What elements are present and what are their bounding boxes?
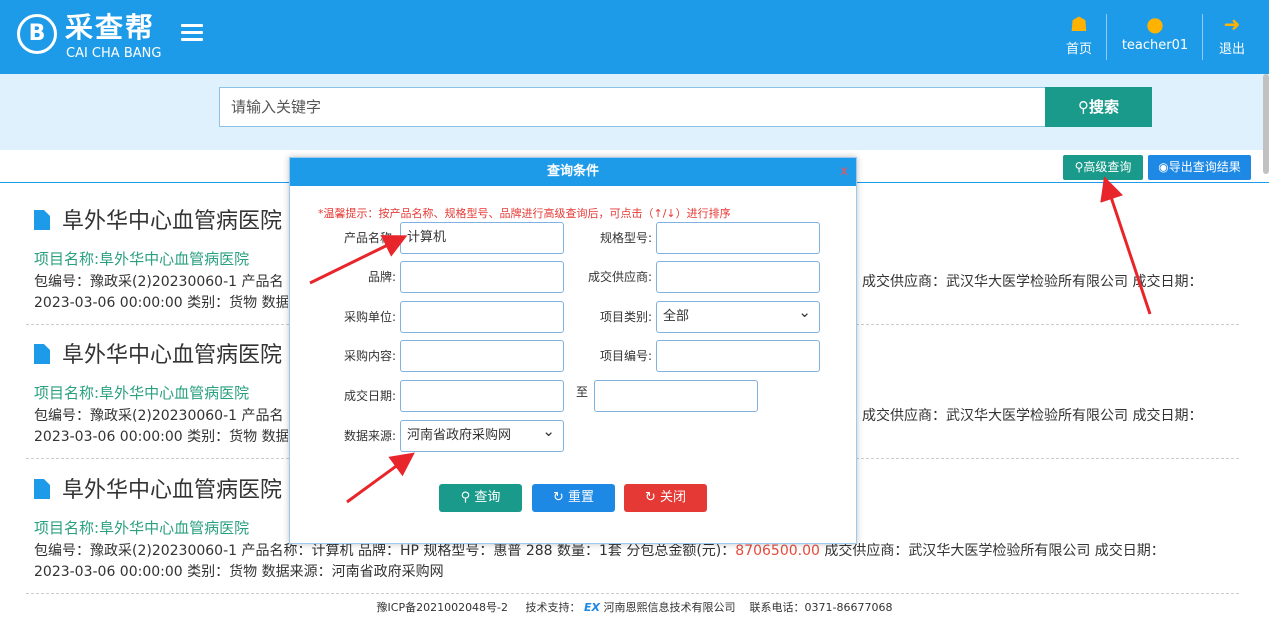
advanced-query-label: 高级查询 xyxy=(1083,160,1132,174)
project-value: 阜外华中心血管病医院 xyxy=(99,384,250,402)
nav-user[interactable]: ● teacher01 xyxy=(1116,10,1194,64)
nav-divider xyxy=(1106,14,1107,60)
project-label: 项目名称: xyxy=(34,384,100,402)
date-to-label: 至 xyxy=(576,385,589,399)
logo-icon: B xyxy=(17,14,57,54)
nav-home-label: 首页 xyxy=(1065,42,1092,57)
reset-button[interactable]: ↻ 重置 xyxy=(532,484,615,512)
result-info-right: 成交供应商：武汉华大医学检验所有限公司 成交日期： xyxy=(862,408,1203,424)
nav-divider xyxy=(1202,14,1203,60)
close-button-label: 关闭 xyxy=(660,490,687,505)
project-no-label: 项目编号: xyxy=(599,349,652,363)
menu-icon[interactable] xyxy=(181,24,203,42)
content-input[interactable] xyxy=(400,340,564,372)
supplier-input[interactable] xyxy=(656,261,820,293)
dialog-tip: *温馨提示：按产品名称、规格型号、品牌进行高级查询后，可点击（↑/↓）进行排序 xyxy=(318,207,731,220)
result-amount: 8706500.00 xyxy=(735,543,820,559)
result-title-text: 阜外华中心血管病医院 xyxy=(62,478,283,503)
advanced-query-button[interactable]: ⚲高级查询 xyxy=(1063,155,1143,180)
footer: 豫ICP备2021002048号-2 技术支持： EX 河南恩熙信息技术有限公司… xyxy=(0,599,1269,615)
export-results-button[interactable]: ◉导出查询结果 xyxy=(1148,155,1251,180)
product-name-input[interactable]: 计算机 xyxy=(400,222,564,254)
scrollbar[interactable] xyxy=(1263,74,1269,174)
search-icon: ⚲ xyxy=(1077,98,1089,116)
content-label: 采购内容: xyxy=(343,349,396,363)
result-info-supplier: 成交供应商：武汉华大医学检验所有限公司 成交日期： xyxy=(819,543,1165,559)
footer-icp[interactable]: 豫ICP备2021002048号-2 xyxy=(377,601,509,614)
brand-label: 品牌: xyxy=(367,270,396,284)
result-info-main: 包编号：豫政采(2)20230060-1 产品名称：计算机 品牌：HP 规格型号… xyxy=(34,543,736,559)
project-value: 阜外华中心血管病医院 xyxy=(99,250,250,268)
footer-company: 河南恩熙信息技术有限公司 xyxy=(603,601,736,614)
project-no-input[interactable] xyxy=(656,340,820,372)
document-icon xyxy=(34,479,50,499)
dialog-close-button[interactable]: x xyxy=(840,158,848,186)
search-button[interactable]: ⚲搜索 xyxy=(1045,87,1152,127)
dialog-header: 查询条件 x xyxy=(290,158,856,186)
logo-text: 采查帮 xyxy=(65,11,156,44)
project-value: 阜外华中心血管病医院 xyxy=(99,519,250,537)
close-button[interactable]: ↻ 关闭 xyxy=(624,484,707,512)
result-info-left: 包编号：豫政采(2)20230060-1 产品名 xyxy=(34,408,284,424)
document-icon xyxy=(34,344,50,364)
result-info-line2: 2023-03-06 00:00:00 类别：货物 数据 xyxy=(34,295,288,311)
query-button-label: 查询 xyxy=(474,490,501,505)
project-type-label: 项目类别: xyxy=(599,310,652,324)
source-select[interactable]: 河南省政府采购网 xyxy=(400,416,564,452)
project-label: 项目名称: xyxy=(34,519,100,537)
footer-support-label: 技术支持： xyxy=(525,601,581,614)
brand-input[interactable] xyxy=(400,261,564,293)
result-title-text: 阜外华中心血管病医院 xyxy=(62,343,283,368)
date-label: 成交日期: xyxy=(343,389,396,403)
home-icon: ☗ xyxy=(1070,12,1088,36)
result-divider xyxy=(26,593,1239,594)
product-name-label: 产品名称: xyxy=(343,231,396,245)
search-band: 请输入关键字 ⚲搜索 xyxy=(0,74,1269,150)
eye-icon: ◉ xyxy=(1158,160,1169,174)
query-button[interactable]: ⚲ 查询 xyxy=(439,484,522,512)
project-type-select[interactable]: 全部 xyxy=(656,297,820,333)
result-info-line2: 2023-03-06 00:00:00 类别：货物 数据 xyxy=(34,429,288,445)
dialog-title: 查询条件 xyxy=(546,164,599,179)
search-icon: ⚲ xyxy=(460,490,471,505)
footer-phone: 联系电话：0371-86677068 xyxy=(749,601,893,614)
source-value: 河南省政府采购网 xyxy=(407,428,512,443)
refresh-icon: ↻ xyxy=(644,490,656,505)
refresh-icon: ↻ xyxy=(552,490,564,505)
spec-model-label: 规格型号: xyxy=(599,231,652,245)
supplier-label: 成交供应商: xyxy=(587,270,652,284)
search-button-label: 搜索 xyxy=(1088,98,1119,116)
company-logo: EX xyxy=(584,601,601,614)
top-bar: B 采查帮 CAI CHA BANG ☗ 首页 ● teacher01 ➜ 退出 xyxy=(0,0,1269,74)
spec-model-input[interactable] xyxy=(656,222,820,254)
nav-user-label: teacher01 xyxy=(1121,38,1189,53)
purchaser-input[interactable] xyxy=(400,301,564,333)
project-label: 项目名称: xyxy=(34,250,100,268)
query-dialog: 查询条件 x *温馨提示：按产品名称、规格型号、品牌进行高级查询后，可点击（↑/… xyxy=(289,157,857,544)
date-to-input[interactable] xyxy=(594,380,758,412)
logo-subtext: CAI CHA BANG xyxy=(66,46,162,61)
search-input[interactable]: 请输入关键字 xyxy=(219,87,1046,127)
document-icon xyxy=(34,210,50,230)
result-info-line2: 2023-03-06 00:00:00 类别：货物 数据来源：河南省政府采购网 xyxy=(34,564,444,580)
result-info: 包编号：豫政采(2)20230060-1 产品名称：计算机 品牌：HP 规格型号… xyxy=(34,541,1240,583)
nav-logout[interactable]: ➜ 退出 xyxy=(1212,10,1252,64)
purchaser-label: 采购单位: xyxy=(343,310,396,324)
nav-home[interactable]: ☗ 首页 xyxy=(1062,10,1096,64)
logout-icon: ➜ xyxy=(1223,12,1241,36)
export-results-label: 导出查询结果 xyxy=(1168,160,1241,174)
date-from-input[interactable] xyxy=(400,380,564,412)
result-title-text: 阜外华中心血管病医院 xyxy=(62,209,283,234)
reset-button-label: 重置 xyxy=(568,490,595,505)
project-type-value: 全部 xyxy=(663,309,690,324)
result-info-left: 包编号：豫政采(2)20230060-1 产品名 xyxy=(34,274,284,290)
user-icon: ● xyxy=(1146,12,1164,36)
nav-logout-label: 退出 xyxy=(1218,42,1245,57)
result-info-right: 成交供应商：武汉华大医学检验所有限公司 成交日期： xyxy=(862,274,1203,290)
source-label: 数据来源: xyxy=(343,429,396,443)
